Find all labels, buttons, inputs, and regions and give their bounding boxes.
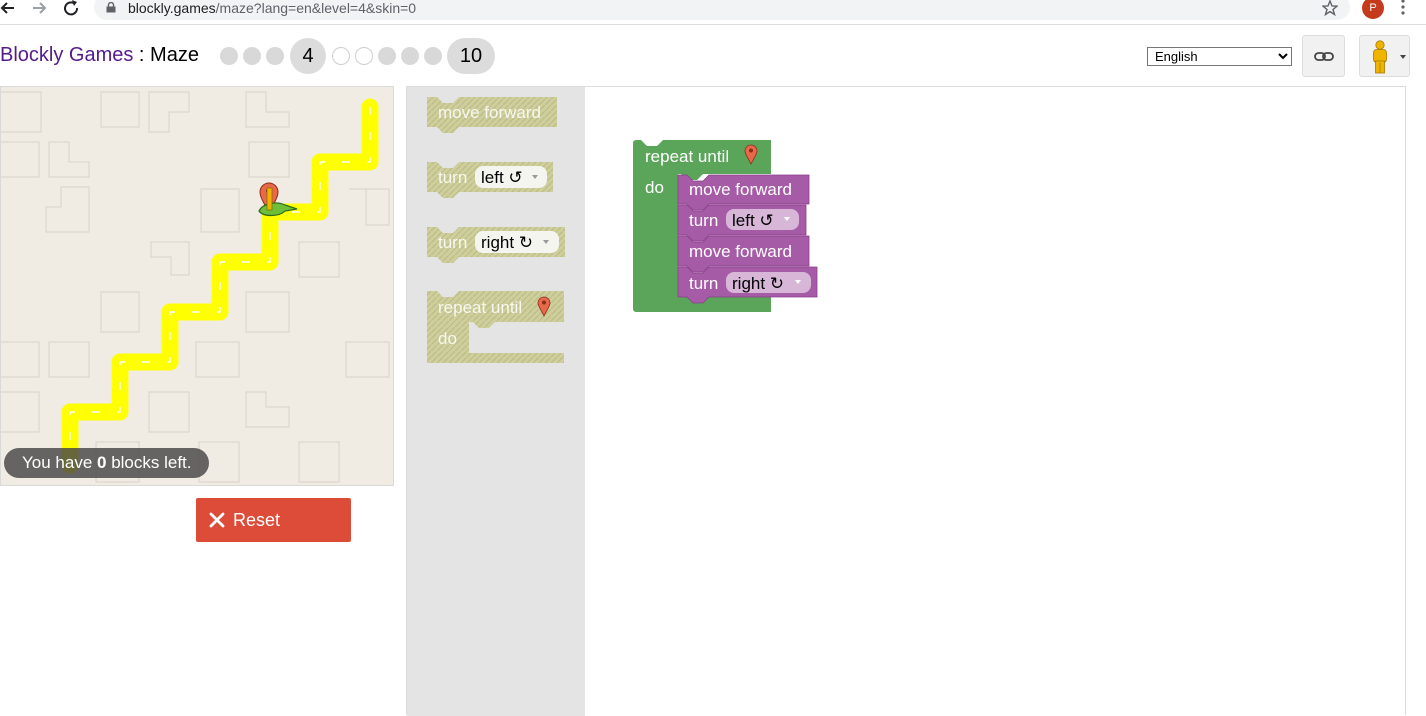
- turn-right-value: right ↻: [732, 274, 784, 293]
- last-level-badge[interactable]: 10: [447, 38, 495, 74]
- url-text[interactable]: blockly.games/maze?lang=en&level=4&skin=…: [128, 0, 416, 16]
- level-5-dot[interactable]: [332, 47, 350, 65]
- level-9-dot[interactable]: [424, 47, 442, 65]
- blocks-left-indicator: You have 0 blocks left.: [4, 448, 209, 478]
- title-separator: :: [133, 44, 151, 66]
- browser-toolbar: blockly.games/maze?lang=en&level=4&skin=…: [0, 0, 1426, 25]
- back-icon[interactable]: [0, 0, 20, 18]
- capacity-suffix: blocks left.: [106, 453, 192, 472]
- bookmark-star-icon[interactable]: [1322, 0, 1338, 16]
- repeat-do-label: do: [645, 178, 664, 197]
- level-6-dot[interactable]: [355, 47, 373, 65]
- address-bar[interactable]: blockly.games/maze?lang=en&level=4&skin=…: [94, 0, 1350, 20]
- reload-icon[interactable]: [62, 0, 82, 18]
- browser-menu-icon[interactable]: [1400, 0, 1406, 15]
- level-3-dot[interactable]: [266, 47, 284, 65]
- level-2-dot[interactable]: [243, 47, 261, 65]
- page-title: Blockly Games : Maze: [0, 44, 199, 67]
- level-8-dot[interactable]: [401, 47, 419, 65]
- turn-label-1: turn: [689, 211, 718, 230]
- capacity-prefix: You have: [22, 453, 97, 472]
- turn-label-2: turn: [689, 274, 718, 293]
- level-1-dot[interactable]: [220, 47, 238, 65]
- forward-icon[interactable]: [30, 0, 50, 18]
- game-name: Maze: [150, 44, 199, 66]
- maze-canvas: [0, 86, 394, 486]
- pegman-icon: [1373, 40, 1406, 74]
- blockly-workspace[interactable]: move forward turn left ↺ turn right ↻ re…: [406, 86, 1406, 716]
- language-select[interactable]: English: [1147, 47, 1292, 66]
- repeat-until-label: repeat until: [645, 147, 729, 166]
- url-path: /maze?lang=en&level=4&skin=0: [215, 0, 417, 16]
- skin-menu-button[interactable]: [1359, 35, 1410, 77]
- reset-label: Reset: [233, 510, 281, 530]
- profile-avatar[interactable]: P: [1362, 0, 1384, 19]
- brand-link[interactable]: Blockly Games: [0, 44, 133, 66]
- move-forward-label-2: move forward: [689, 242, 792, 261]
- workspace-program: repeat until do move forward turn left ↺…: [633, 140, 818, 312]
- url-host: blockly.games: [128, 0, 216, 16]
- link-button[interactable]: [1302, 35, 1345, 77]
- current-level-badge[interactable]: 4: [290, 38, 326, 74]
- reset-button[interactable]: Reset: [196, 498, 351, 542]
- turn-left-value: left ↺: [732, 211, 774, 230]
- link-icon: [1314, 52, 1334, 61]
- lock-icon: [106, 2, 116, 13]
- move-forward-label-1: move forward: [689, 180, 792, 199]
- maze-board: [1, 91, 390, 483]
- close-icon: [209, 512, 225, 528]
- maze-background-tiles: [1, 91, 390, 483]
- level-7-dot[interactable]: [378, 47, 396, 65]
